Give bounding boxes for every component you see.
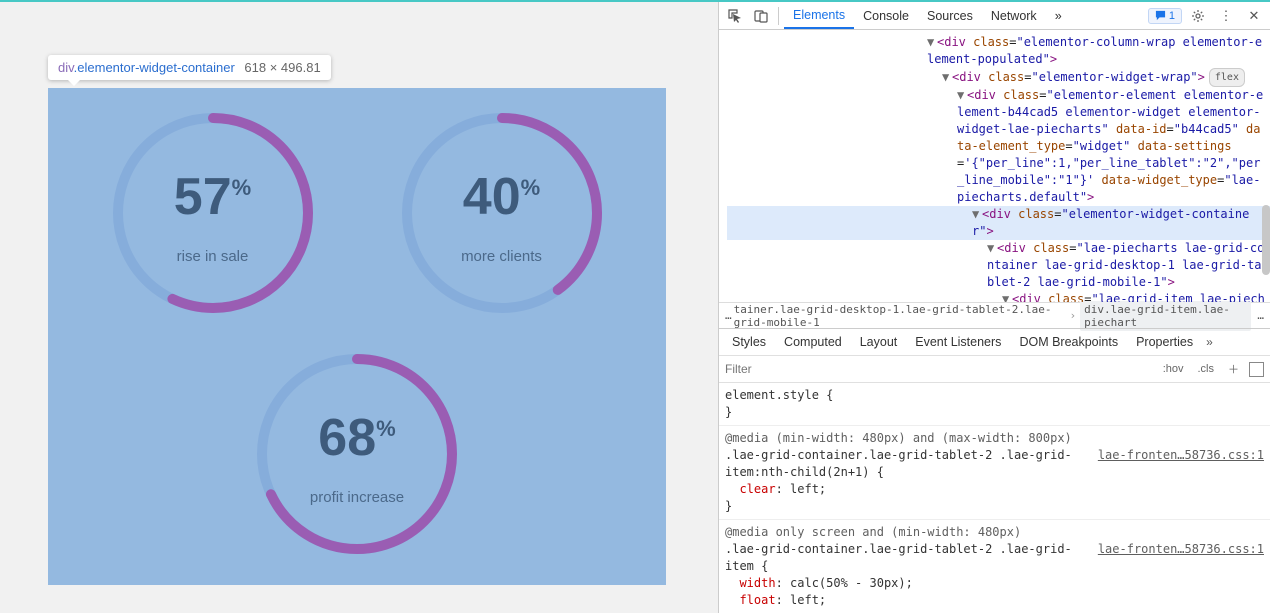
stylesheet-link[interactable]: lae-fronten…58736.css:1	[1098, 541, 1264, 558]
styles-tabs: Styles Computed Layout Event Listeners D…	[719, 328, 1270, 356]
devtools-tabs: Elements Console Sources Network »	[784, 2, 1071, 29]
tab-computed[interactable]: Computed	[775, 329, 851, 355]
dom-node[interactable]: ▼<div class="lae-piecharts lae-grid-cont…	[727, 240, 1270, 291]
rule-block[interactable]: @media (min-width: 480px) and (max-width…	[725, 430, 1264, 515]
bc-trunc[interactable]: …	[1257, 309, 1264, 322]
dom-node[interactable]: ▼<div class="elementor-element elementor…	[727, 87, 1270, 206]
tooltip-dims: 618 × 496.81	[244, 60, 320, 75]
tab-styles[interactable]: Styles	[723, 329, 775, 355]
tab-elements[interactable]: Elements	[784, 2, 854, 29]
pie-chart: 57% rise in sale	[78, 98, 348, 338]
messages-badge[interactable]: 1	[1148, 8, 1182, 24]
device-toggle-icon[interactable]	[749, 5, 773, 27]
bc-trunc[interactable]: …	[725, 309, 732, 322]
tab-network[interactable]: Network	[982, 2, 1046, 29]
chevron-right-icon: ›	[1070, 309, 1077, 322]
cls-toggle[interactable]: .cls	[1194, 361, 1219, 377]
dom-node[interactable]: ▼<div class="elementor-column-wrap eleme…	[727, 34, 1270, 68]
dom-node[interactable]: ▼<div class="lae-grid-item lae-piechart"…	[727, 291, 1270, 302]
devtools-toolbar: Elements Console Sources Network » 1 ⋮ ✕	[719, 2, 1270, 30]
devtools-panel: Elements Console Sources Network » 1 ⋮ ✕…	[718, 2, 1270, 613]
messages-count: 1	[1169, 10, 1175, 22]
styles-filter-row: :hov .cls ＋	[719, 356, 1270, 383]
box-model-icon[interactable]	[1249, 362, 1264, 377]
rule-block[interactable]: element.style { }	[725, 387, 1264, 421]
new-style-rule-icon[interactable]: ＋	[1224, 359, 1243, 379]
bc-item-selected[interactable]: div.lae-grid-item.lae-piechart	[1080, 301, 1251, 331]
close-icon[interactable]: ✕	[1242, 5, 1266, 27]
widget-container: 57% rise in sale 40% more clients 68% pr…	[48, 88, 666, 585]
dom-node-selected[interactable]: ▼<div class="elementor-widget-container"…	[727, 206, 1270, 240]
tab-event-listeners[interactable]: Event Listeners	[906, 329, 1010, 355]
tab-console[interactable]: Console	[854, 2, 918, 29]
rule-block[interactable]: @media only screen and (min-width: 480px…	[725, 524, 1264, 609]
tab-properties[interactable]: Properties	[1127, 329, 1202, 355]
dom-breadcrumb[interactable]: … tainer.lae-grid-desktop-1.lae-grid-tab…	[719, 302, 1270, 328]
settings-icon[interactable]	[1186, 5, 1210, 27]
hov-toggle[interactable]: :hov	[1159, 361, 1188, 377]
tabs-overflow-icon[interactable]: »	[1046, 2, 1071, 29]
styles-rules[interactable]: element.style { } @media (min-width: 480…	[719, 383, 1270, 613]
tooltip-class: .elementor-widget-container	[74, 60, 235, 75]
bc-item[interactable]: tainer.lae-grid-desktop-1.lae-grid-table…	[734, 303, 1066, 329]
dom-node[interactable]: ▼<div class="elementor-widget-wrap">flex	[727, 68, 1270, 87]
inspector-tooltip: div.elementor-widget-container 618 × 496…	[48, 55, 331, 80]
tab-sources[interactable]: Sources	[918, 2, 982, 29]
page-preview: div.elementor-widget-container 618 × 496…	[0, 2, 718, 613]
stylesheet-link[interactable]: lae-fronten…58736.css:1	[1098, 447, 1264, 464]
tabs-overflow-icon[interactable]: »	[1206, 335, 1213, 349]
tooltip-tag: div	[58, 60, 74, 75]
inspect-icon[interactable]	[723, 5, 747, 27]
tab-layout[interactable]: Layout	[851, 329, 907, 355]
kebab-icon[interactable]: ⋮	[1214, 5, 1238, 27]
styles-filter-input[interactable]	[725, 362, 1153, 376]
scrollbar-thumb[interactable]	[1262, 205, 1270, 275]
pie-chart: 40% more clients	[367, 98, 637, 338]
dom-tree[interactable]: ▼<div class="elementor-column-wrap eleme…	[719, 30, 1270, 302]
tab-dom-breakpoints[interactable]: DOM Breakpoints	[1010, 329, 1127, 355]
pie-chart: 68% profit increase	[222, 339, 492, 579]
